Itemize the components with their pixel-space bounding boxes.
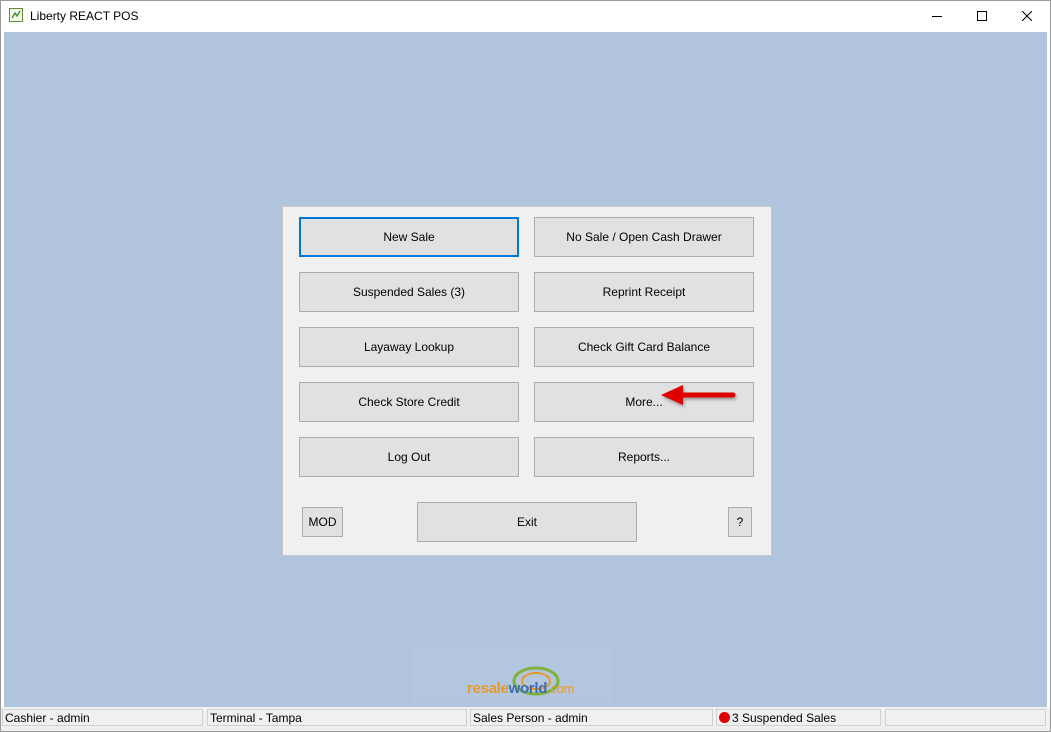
main-menu-panel: New Sale No Sale / Open Cash Drawer Susp… (282, 206, 772, 556)
new-sale-button[interactable]: New Sale (299, 217, 519, 257)
main-area: New Sale No Sale / Open Cash Drawer Susp… (4, 32, 1047, 707)
maximize-button[interactable] (959, 1, 1005, 31)
layaway-lookup-button[interactable]: Layaway Lookup (299, 327, 519, 367)
resaleworld-logo: resaleworld.com (412, 647, 612, 703)
app-window: Liberty REACT POS New Sale No Sale / Ope… (0, 0, 1051, 732)
maximize-icon (977, 11, 987, 21)
status-terminal: Terminal - Tampa (207, 709, 467, 726)
status-sales-person: Sales Person - admin (470, 709, 713, 726)
logo-resale: resale (467, 680, 509, 697)
window-title: Liberty REACT POS (30, 9, 139, 23)
logo-text: resaleworld.com (467, 680, 574, 697)
check-store-credit-button[interactable]: Check Store Credit (299, 382, 519, 422)
annotation-arrow-icon (661, 385, 736, 405)
status-cashier: Cashier - admin (2, 709, 203, 726)
logo-com: .com (547, 681, 575, 696)
minimize-icon (932, 11, 942, 21)
close-icon (1022, 11, 1032, 21)
red-status-dot-icon (719, 712, 730, 723)
status-empty (885, 709, 1046, 726)
reports-button[interactable]: Reports... (534, 437, 754, 477)
log-out-button[interactable]: Log Out (299, 437, 519, 477)
mod-button[interactable]: MOD (302, 507, 343, 537)
title-bar[interactable]: Liberty REACT POS (1, 1, 1050, 31)
check-gift-card-balance-button[interactable]: Check Gift Card Balance (534, 327, 754, 367)
help-button[interactable]: ? (728, 507, 752, 537)
exit-button[interactable]: Exit (417, 502, 637, 542)
reprint-receipt-button[interactable]: Reprint Receipt (534, 272, 754, 312)
minimize-button[interactable] (914, 1, 960, 31)
status-suspended-label: 3 Suspended Sales (732, 711, 837, 725)
status-bar: Cashier - admin Terminal - Tampa Sales P… (1, 707, 1050, 731)
app-icon (9, 8, 23, 22)
logo-world: world (508, 680, 548, 697)
status-suspended-sales[interactable]: 3 Suspended Sales (716, 709, 881, 726)
close-button[interactable] (1004, 1, 1050, 31)
suspended-sales-button[interactable]: Suspended Sales (3) (299, 272, 519, 312)
no-sale-open-drawer-button[interactable]: No Sale / Open Cash Drawer (534, 217, 754, 257)
